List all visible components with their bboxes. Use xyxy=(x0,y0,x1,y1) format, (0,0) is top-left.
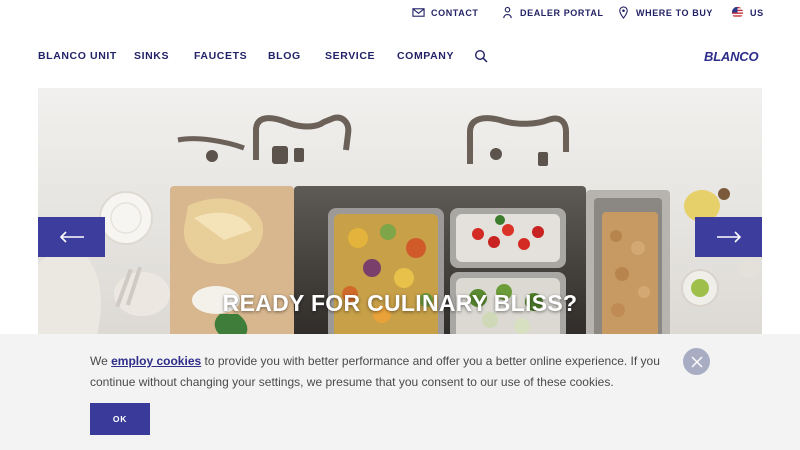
nav-item-blanco-unit[interactable]: BLANCO UNIT xyxy=(38,50,117,62)
cookie-close-button[interactable] xyxy=(683,348,710,375)
nav-item-service[interactable]: SERVICE xyxy=(325,50,375,62)
cookie-policy-link[interactable]: employ cookies xyxy=(111,354,201,368)
contact-link[interactable]: CONTACT xyxy=(412,6,479,19)
cookie-ok-button[interactable]: OK xyxy=(90,403,150,435)
locale-label: US xyxy=(750,7,764,18)
slider-prev-button[interactable] xyxy=(38,217,105,257)
mail-icon xyxy=(412,8,425,17)
where-to-buy-label: WHERE TO BUY xyxy=(636,7,714,18)
main-nav: BLANCO UNIT SINKS FAUCETS BLOG SERVICE C… xyxy=(0,46,800,68)
nav-item-blog[interactable]: BLOG xyxy=(268,50,301,62)
where-to-buy-link[interactable]: WHERE TO BUY xyxy=(617,6,713,19)
hero-headline: READY FOR CULINARY BLISS? xyxy=(222,290,578,316)
cookie-text-before: We xyxy=(90,354,112,368)
utility-bar: CONTACT DEALER PORTAL WHERE TO BUY US xyxy=(0,0,800,26)
nav-item-company[interactable]: COMPANY xyxy=(397,50,454,62)
hero-banner: READY FOR CULINARY BLISS? xyxy=(38,88,762,340)
cookie-banner: We employ cookies to provide you with be… xyxy=(0,334,800,450)
search-icon[interactable] xyxy=(474,49,488,63)
close-icon xyxy=(691,356,702,367)
dealer-portal-label: DEALER PORTAL xyxy=(520,7,604,18)
slider-next-button[interactable] xyxy=(695,217,762,257)
person-icon xyxy=(503,6,512,19)
arrow-left-icon xyxy=(59,231,84,243)
nav-item-faucets[interactable]: FAUCETS xyxy=(194,50,247,62)
nav-item-sinks[interactable]: SINKS xyxy=(134,50,169,62)
locale-selector[interactable]: US xyxy=(731,6,764,19)
brand-logo[interactable]: BLANCO xyxy=(704,49,759,64)
us-flag-icon xyxy=(731,6,744,19)
dealer-portal-link[interactable]: DEALER PORTAL xyxy=(501,6,604,19)
location-pin-icon xyxy=(619,6,628,19)
arrow-right-icon xyxy=(716,231,741,243)
contact-label: CONTACT xyxy=(431,7,479,18)
cookie-message: We employ cookies to provide you with be… xyxy=(90,351,670,393)
